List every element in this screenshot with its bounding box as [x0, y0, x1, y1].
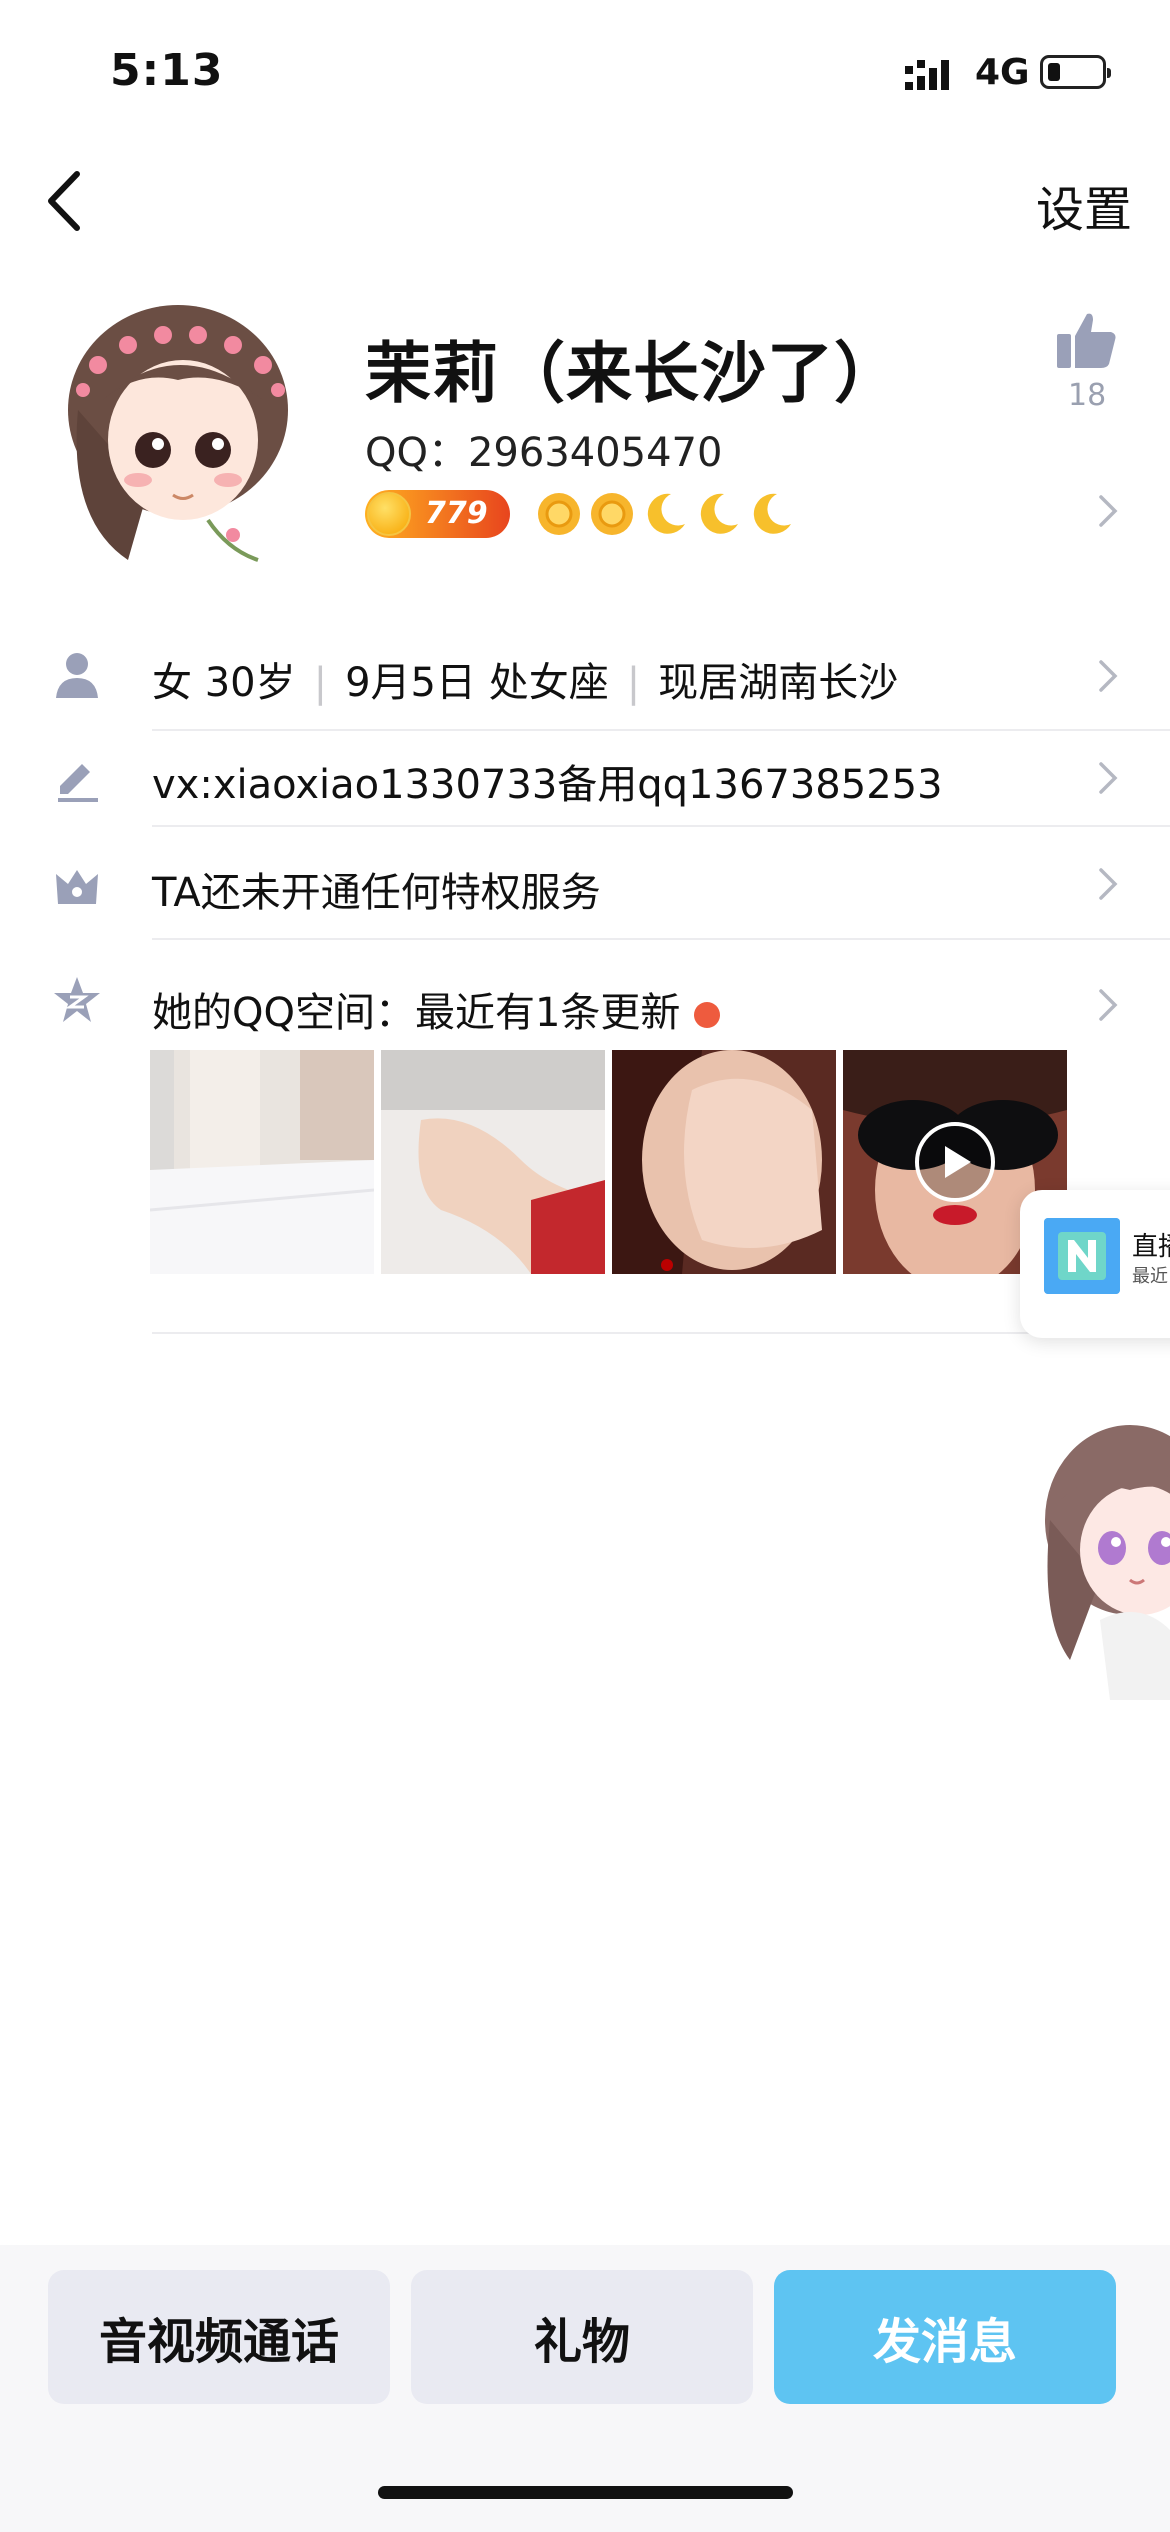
chevron-right-icon[interactable] — [1098, 659, 1118, 693]
profile-name: 茉莉（来长沙了） — [365, 335, 901, 412]
qzone-photo[interactable] — [612, 1050, 836, 1274]
signature-row[interactable]: vx:xiaoxiao1330733备用qq1367385253 — [152, 752, 943, 810]
live-widget-subtitle: 最近 — [1132, 1266, 1168, 1287]
video-call-button[interactable]: 音视频通话 — [48, 2270, 390, 2404]
settings-button[interactable]: 设置 — [1036, 170, 1132, 240]
divider — [152, 938, 1170, 940]
assistant-mascot[interactable] — [1040, 1420, 1170, 1700]
chevron-right-icon[interactable] — [1098, 761, 1118, 795]
sun-level-icon — [538, 493, 580, 535]
avatar[interactable] — [58, 290, 298, 570]
crown-icon — [56, 870, 98, 904]
divider — [152, 825, 1170, 827]
send-message-button[interactable]: 发消息 — [774, 2270, 1116, 2404]
gender-age: 女 30岁 — [152, 660, 296, 706]
qzone-star-icon — [54, 977, 100, 1022]
update-dot — [694, 1002, 721, 1028]
like-icon[interactable] — [1055, 308, 1119, 372]
sun-level-icon — [591, 493, 633, 535]
moon-level-icon — [700, 493, 738, 534]
qzone-row[interactable]: 她的QQ空间：最近有1条更新 — [152, 980, 721, 1038]
birthday: 9月5日 处女座 — [345, 660, 609, 706]
qzone-photo[interactable] — [381, 1050, 605, 1274]
play-icon[interactable] — [915, 1122, 995, 1202]
chevron-right-icon[interactable] — [1098, 988, 1118, 1022]
live-icon — [1044, 1218, 1120, 1294]
divider — [152, 1332, 1170, 1334]
basic-info-row[interactable]: 女 30岁 | 9月5日 处女座 | 现居湖南长沙 — [152, 650, 898, 708]
battery-icon — [1040, 55, 1111, 89]
qq-number: QQ：2963405470 — [365, 430, 723, 476]
chevron-right-icon[interactable] — [1098, 867, 1118, 901]
signal-icon — [905, 60, 949, 90]
edit-icon — [58, 764, 98, 802]
privilege-row[interactable]: TA还未开通任何特权服务 — [152, 860, 601, 918]
person-icon — [56, 653, 98, 698]
back-icon[interactable] — [45, 170, 85, 232]
home-indicator[interactable] — [378, 2486, 793, 2499]
chevron-right-icon[interactable] — [1098, 494, 1118, 528]
moon-level-icon — [753, 493, 791, 534]
divider — [152, 729, 1170, 731]
status-time: 5:13 — [110, 45, 224, 96]
moon-level-icon — [647, 493, 685, 534]
coin-icon — [367, 492, 411, 536]
qzone-photo[interactable] — [150, 1050, 374, 1274]
live-widget-title: 直播 — [1132, 1232, 1170, 1262]
like-count: 18 — [1068, 378, 1107, 413]
live-widget[interactable]: 直播 最近 — [1020, 1190, 1170, 1338]
gift-button[interactable]: 礼物 — [411, 2270, 753, 2404]
qzone-label: 她的QQ空间：最近有1条更新 — [152, 990, 681, 1036]
location: 现居湖南长沙 — [658, 660, 899, 706]
coin-value: 779 — [425, 496, 488, 531]
network-label: 4G — [975, 52, 1030, 93]
coin-badge[interactable]: 779 — [365, 490, 510, 538]
